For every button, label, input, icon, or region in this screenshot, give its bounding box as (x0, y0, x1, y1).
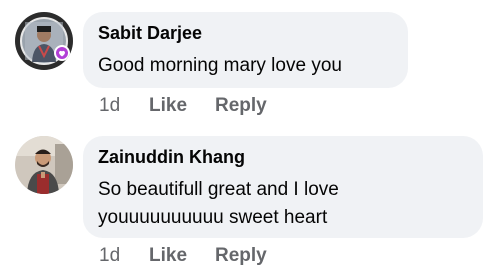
avatar-image (15, 12, 73, 70)
reply-button[interactable]: Reply (215, 245, 267, 267)
comment-timestamp[interactable]: 1d (99, 245, 149, 267)
comment-text-line: So beautifull great and I love (98, 179, 339, 200)
comment-item: Sabit Darjee Good morning mary love you … (0, 0, 500, 130)
comment-text-line: youuuuuuuuuu sweet heart (98, 207, 328, 228)
like-button[interactable]: Like (149, 95, 215, 117)
comment-text: So beautifull great and I love youuuuuuu… (98, 176, 339, 232)
comment-author[interactable]: Zainuddin Khang (98, 147, 245, 168)
comments-thread: Sabit Darjee Good morning mary love you … (0, 0, 500, 279)
comment-text-line: Good morning mary love you (98, 55, 342, 76)
comment-author[interactable]: Sabit Darjee (98, 23, 202, 44)
comment-item: Zainuddin Khang So beautifull great and … (0, 130, 500, 279)
reply-button[interactable]: Reply (215, 95, 267, 117)
avatar-image (15, 136, 73, 194)
like-button[interactable]: Like (149, 245, 215, 267)
comment-text: Good morning mary love you (98, 52, 342, 80)
comment-timestamp[interactable]: 1d (99, 95, 149, 117)
comment-actions: 1d Like Reply (99, 95, 267, 117)
avatar[interactable] (15, 12, 73, 70)
avatar[interactable] (15, 136, 73, 194)
comment-bubble: Sabit Darjee Good morning mary love you (83, 12, 408, 88)
comment-actions: 1d Like Reply (99, 245, 267, 267)
comment-bubble: Zainuddin Khang So beautifull great and … (83, 136, 483, 238)
